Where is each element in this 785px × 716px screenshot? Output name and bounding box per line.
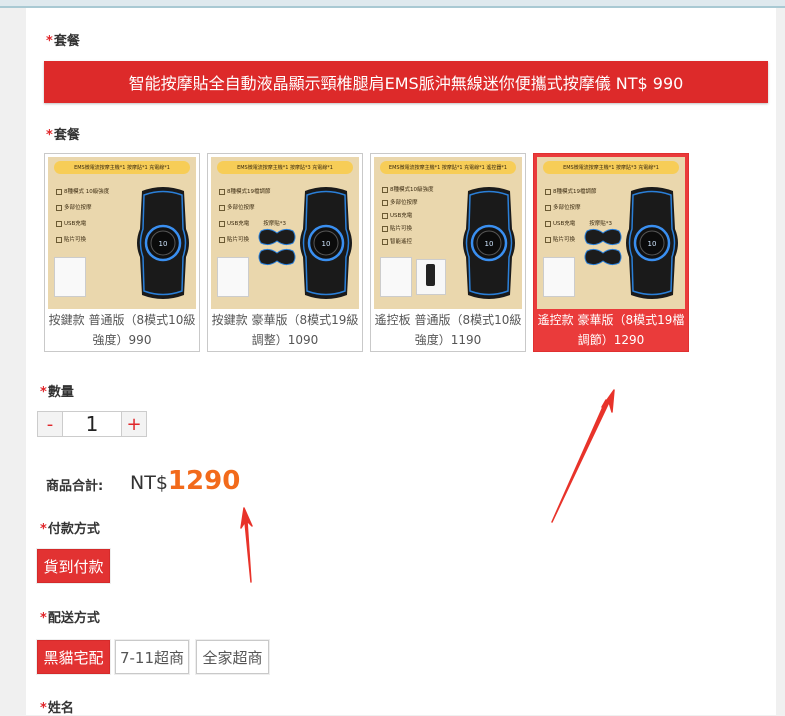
arrow-to-total-price-icon	[240, 507, 253, 583]
arrow-to-selected-package-icon	[551, 389, 615, 523]
annotation-arrows	[240, 389, 615, 583]
